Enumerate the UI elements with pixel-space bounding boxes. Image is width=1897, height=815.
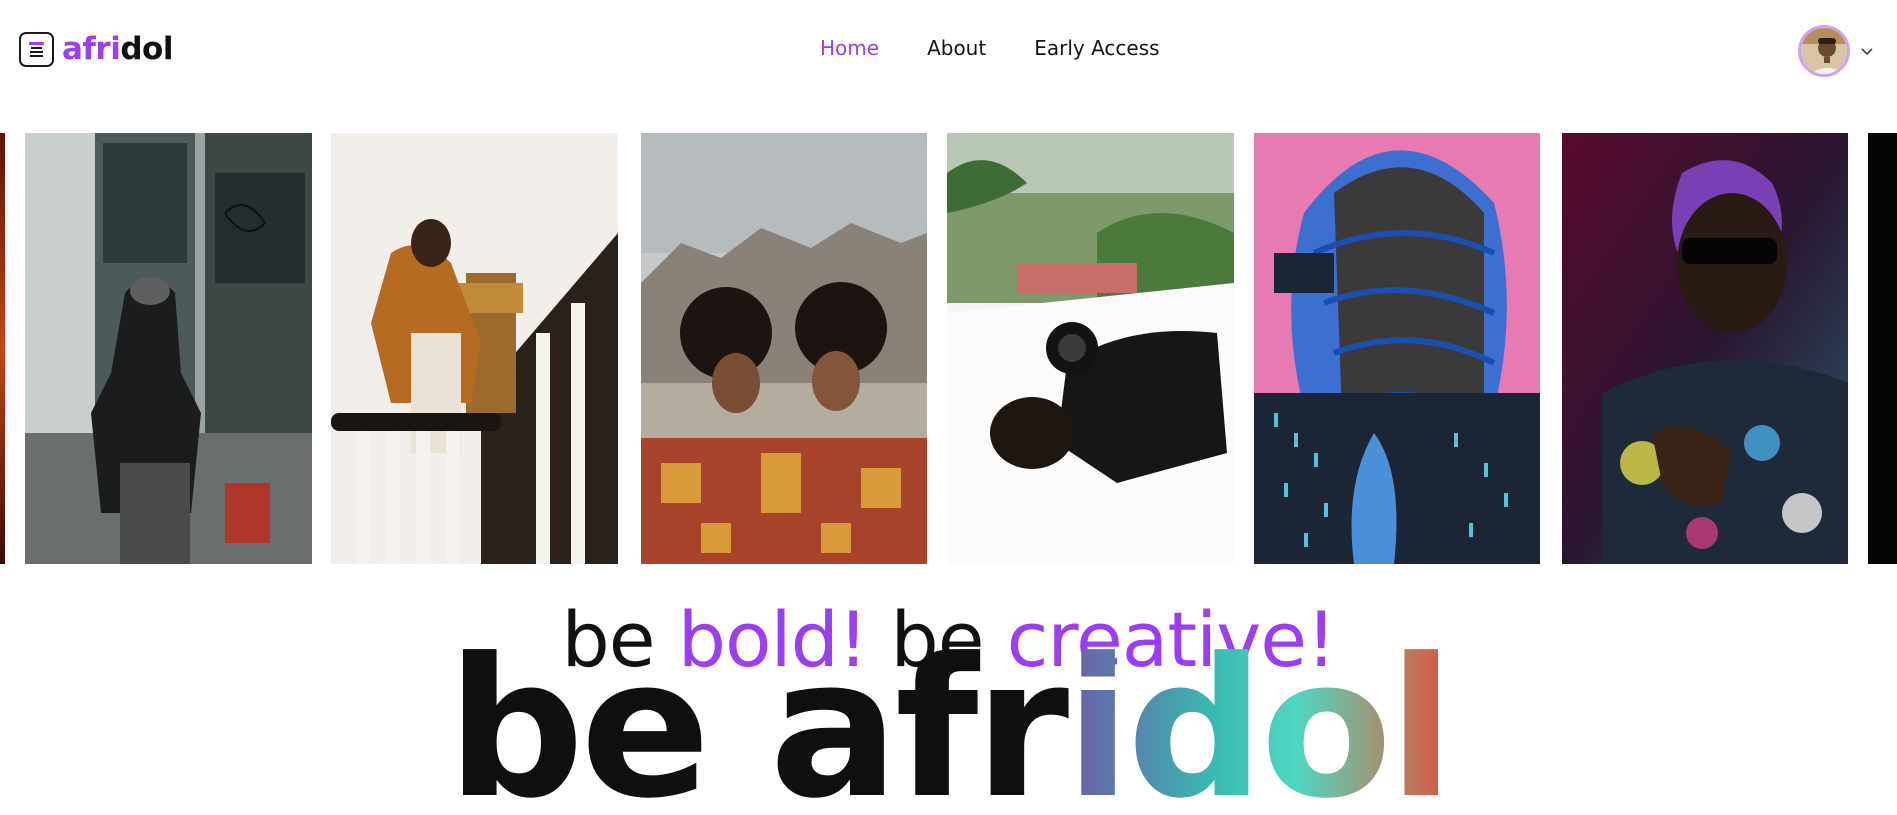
photo-twins-blanket[interactable] [641, 133, 927, 564]
nav-link-home[interactable]: Home [820, 34, 879, 62]
hero-headline: be afridol [0, 634, 1897, 815]
photo-lying-white[interactable] [947, 133, 1234, 564]
book-stack-icon [19, 32, 54, 67]
photo-dark-edge[interactable] [1868, 133, 1897, 564]
main-nav: Home About Early Access [820, 34, 1160, 62]
site-header: afridol Home About Early Access [0, 0, 1897, 100]
photo-staircase-jacket[interactable] [331, 133, 618, 564]
brand-wordmark-part1: afri [62, 31, 121, 67]
photo-painted-portrait[interactable] [1254, 133, 1540, 564]
nav-link-early-access[interactable]: Early Access [1034, 34, 1159, 62]
chevron-down-icon [1861, 48, 1873, 56]
nav-link-about[interactable]: About [927, 34, 986, 62]
brand-wordmark: afridol [62, 32, 173, 67]
account-menu-button[interactable] [1798, 25, 1874, 77]
brand-logo-link[interactable]: afridol [19, 32, 173, 67]
photo-neon-portrait[interactable] [1562, 133, 1848, 564]
brand-wordmark-part2: dol [120, 31, 173, 67]
photo-red-edge[interactable] [0, 133, 5, 564]
photo-hoodie-graffiti[interactable] [25, 133, 312, 564]
headline-plain: be afr [446, 618, 1069, 815]
photo-gallery [0, 133, 1897, 564]
user-avatar[interactable] [1798, 25, 1850, 77]
headline-gradient: idol [1065, 618, 1454, 815]
